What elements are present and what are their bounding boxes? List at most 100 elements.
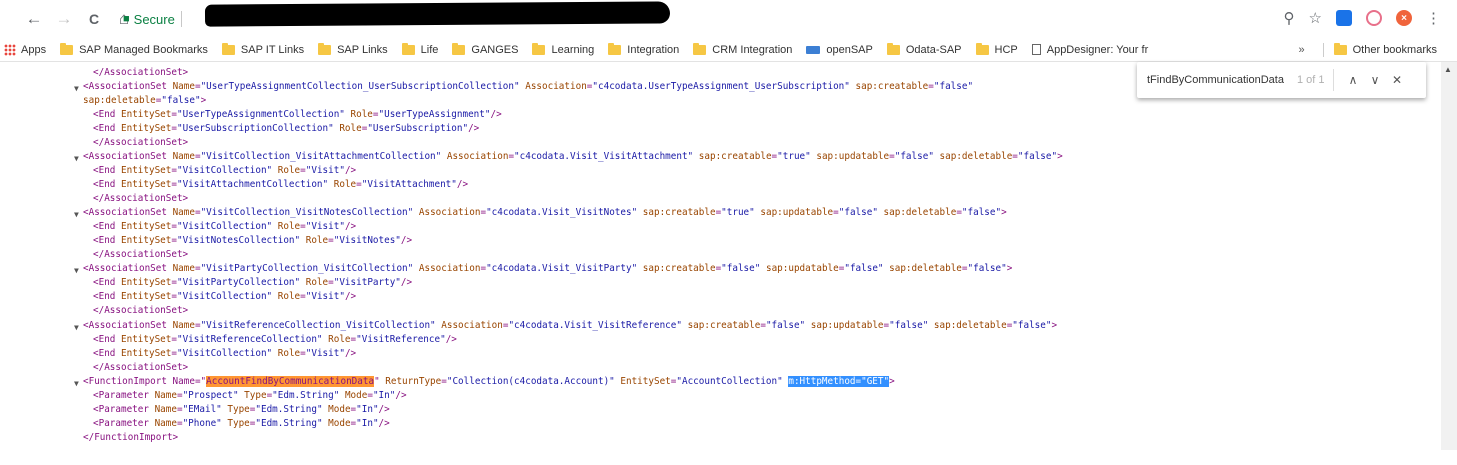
extension-orange-icon[interactable]: × — [1396, 10, 1412, 26]
bookmark-label: GANGES — [471, 43, 519, 56]
xml-line: <End EntitySet="UserTypeAssignmentCollec… — [93, 109, 502, 120]
scroll-up-arrow-icon[interactable]: ▲ — [1444, 65, 1452, 74]
collapse-toggle[interactable]: ▼ — [74, 208, 79, 222]
bookmark-label: Odata-SAP — [905, 43, 962, 56]
folder-icon — [975, 42, 989, 55]
menu-icon[interactable]: ⋮ — [1426, 9, 1441, 27]
secure-label: Secure — [133, 11, 175, 27]
xml-line: </AssociationSet> — [93, 305, 189, 316]
toolbar-actions: ⚲ ☆ × ⋮ — [1284, 9, 1441, 27]
collapse-toggle[interactable]: ▼ — [74, 264, 79, 278]
xml-line: <End EntitySet="VisitCollection" Role="V… — [93, 221, 357, 232]
forward-button[interactable]: → — [52, 7, 76, 31]
vertical-scrollbar[interactable]: ▲ — [1441, 62, 1457, 450]
xml-line: <Parameter Name="Prospect" Type="Edm.Str… — [93, 390, 407, 401]
page-icon — [1031, 44, 1041, 55]
xml-line: sap:deletable="false"> — [83, 95, 207, 106]
back-arrow-icon: ← — [25, 9, 43, 28]
bookmark-label: Other bookmarks — [1352, 44, 1437, 56]
bookmark-folder[interactable]: SAP IT Links — [221, 42, 305, 56]
find-close-button[interactable]: ✕ — [1386, 73, 1408, 87]
selected-text: m:HttpMethod="GET" — [788, 376, 890, 387]
lock-icon: ■ — [123, 13, 130, 25]
apps-grid-icon — [4, 43, 16, 56]
xml-line: <AssociationSet Name="VisitCollection_Vi… — [83, 151, 1063, 162]
xml-line: <AssociationSet Name="VisitReferenceColl… — [83, 320, 1058, 331]
find-match-count: 1 of 1 — [1297, 74, 1325, 86]
bookmark-label: Learning — [551, 43, 595, 56]
reload-button[interactable]: C — [82, 7, 106, 31]
xml-line: </AssociationSet> — [93, 67, 189, 78]
bookmark-folder[interactable]: Learning — [532, 42, 595, 56]
browser-toolbar: ← → C ⌂ ■ Secure ⚲ ☆ × ⋮ — [0, 0, 1457, 38]
extension-blue-icon[interactable] — [1336, 10, 1352, 26]
xml-line: <End EntitySet="VisitCollection" Role="V… — [93, 348, 357, 359]
forward-arrow-icon: → — [55, 9, 73, 28]
bookmarks-overflow-button[interactable]: » — [1299, 44, 1305, 56]
bookmark-folder[interactable]: Life — [401, 42, 439, 56]
xml-line: </FunctionImport> — [83, 432, 179, 443]
folder-icon — [532, 42, 546, 55]
redacted-url — [204, 1, 671, 27]
xml-document: </AssociationSet> ▼ <AssociationSet Name… — [0, 62, 1441, 450]
bookmark-folder[interactable]: GANGES — [452, 42, 519, 56]
bookmarks-separator — [1322, 43, 1324, 57]
bookmark-appdesigner[interactable]: AppDesigner: Your fr — [1031, 43, 1149, 56]
xml-line: <End EntitySet="VisitPartyCollection" Ro… — [93, 277, 413, 288]
find-match-highlight: AccountFindByCommunicationData — [206, 376, 375, 387]
xml-line: <End EntitySet="VisitCollection" Role="V… — [93, 165, 357, 176]
find-input[interactable]: tFindByCommunicationData — [1147, 74, 1295, 86]
xml-line: <End EntitySet="VisitAttachmentCollectio… — [93, 179, 469, 190]
bookmark-folder[interactable]: SAP Links — [318, 42, 388, 56]
bookmark-folder[interactable]: Integration — [608, 42, 679, 56]
collapse-toggle[interactable]: ▼ — [74, 82, 79, 96]
bookmark-label: HCP — [994, 43, 1018, 56]
address-separator — [180, 11, 182, 27]
folder-icon — [693, 42, 707, 55]
folder-icon — [608, 42, 622, 55]
folder-icon — [452, 42, 466, 55]
xml-line: <Parameter Name="EMail" Type="Edm.String… — [93, 404, 390, 415]
opensap-icon — [806, 45, 821, 54]
find-separator — [1333, 69, 1334, 91]
bookmark-label: SAP IT Links — [240, 43, 305, 56]
bookmark-opensap[interactable]: openSAP — [806, 44, 873, 56]
bookmark-folder[interactable]: HCP — [975, 42, 1018, 56]
bookmark-folder[interactable]: CRM Integration — [693, 42, 792, 56]
xml-line: <End EntitySet="VisitCollection" Role="V… — [93, 291, 357, 302]
xml-line: </AssociationSet> — [93, 193, 189, 204]
bookmark-folder[interactable]: Odata-SAP — [886, 42, 962, 56]
xml-line: </AssociationSet> — [93, 137, 189, 148]
bookmarks-bar: Apps SAP Managed Bookmarks SAP IT Links … — [0, 38, 1457, 62]
collapse-toggle[interactable]: ▼ — [74, 377, 79, 391]
xml-line: <AssociationSet Name="VisitPartyCollecti… — [83, 263, 1013, 274]
bookmark-apps[interactable]: Apps — [4, 43, 47, 56]
collapse-toggle[interactable]: ▼ — [74, 152, 79, 166]
bookmark-label: SAP Links — [337, 43, 388, 56]
xml-line: <AssociationSet Name="VisitCollection_Vi… — [83, 207, 1007, 218]
xml-line: </AssociationSet> — [93, 362, 189, 373]
folder-icon — [886, 42, 900, 55]
xml-line-function-import: <FunctionImport Name="AccountFindByCommu… — [83, 376, 895, 387]
bookmark-folder[interactable]: SAP Managed Bookmarks — [60, 42, 208, 56]
folder-icon — [401, 42, 415, 55]
bookmark-star-icon[interactable]: ☆ — [1309, 9, 1322, 27]
back-button[interactable]: ← — [22, 7, 46, 31]
find-next-button[interactable]: ∨ — [1364, 73, 1386, 87]
bookmark-label: Life — [420, 43, 439, 56]
folder-icon — [60, 42, 74, 55]
extension-pink-icon[interactable] — [1366, 10, 1382, 26]
collapse-toggle[interactable]: ▼ — [74, 321, 79, 335]
folder-icon — [318, 42, 332, 55]
bookmarks-right: » Other bookmarks — [1299, 38, 1437, 62]
key-icon[interactable]: ⚲ — [1284, 9, 1295, 27]
xml-line: </AssociationSet> — [93, 249, 189, 260]
xml-line: <AssociationSet Name="UserTypeAssignment… — [83, 81, 974, 92]
bottom-strip — [0, 450, 1457, 465]
other-bookmarks[interactable]: Other bookmarks — [1333, 43, 1437, 56]
find-previous-button[interactable]: ∧ — [1342, 73, 1364, 87]
bookmark-label: AppDesigner: Your fr — [1046, 43, 1149, 56]
bookmark-label: Apps — [21, 43, 47, 56]
bookmark-label: SAP Managed Bookmarks — [79, 43, 208, 56]
xml-line: <End EntitySet="VisitReferenceCollection… — [93, 334, 457, 345]
